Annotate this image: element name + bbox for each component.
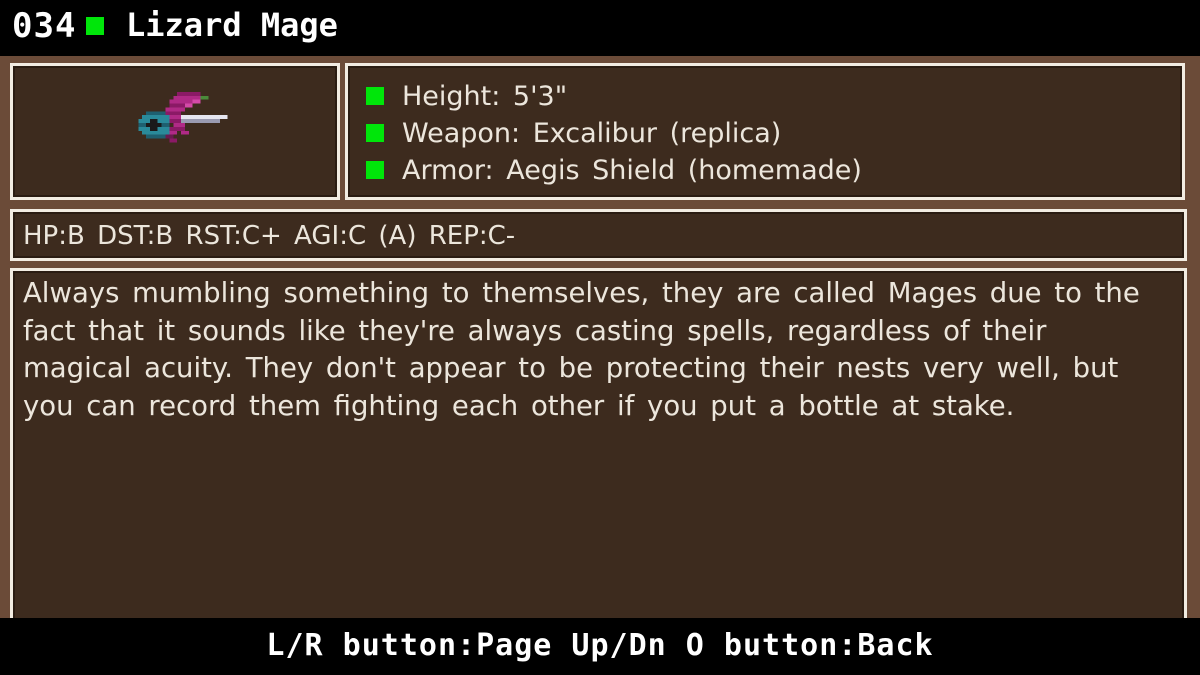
- controls-hint-bar: L/R button:Page Up/Dn O button:Back: [0, 618, 1200, 675]
- portrait-panel: [10, 63, 340, 200]
- description-text: Always mumbling something to themselves,…: [23, 277, 1140, 422]
- description-panel: Always mumbling something to themselves,…: [10, 268, 1187, 666]
- title-bar: 034 Lizard Mage: [0, 0, 1200, 56]
- bestiary-page: Height: 5'3" Weapon: Excalibur (replica)…: [0, 56, 1200, 666]
- weapon-text: Weapon: Excalibur (replica): [402, 117, 782, 149]
- armor-text: Armor: Aegis Shield (homemade): [402, 154, 862, 186]
- title-marker-icon: [86, 17, 104, 35]
- bullet-icon: [366, 161, 384, 179]
- stats-text: HP:B DST:B RST:C+ AGI:C (A) REP:C-: [23, 221, 516, 251]
- lizard-mage-sprite-icon: [138, 91, 228, 143]
- info-panel: Height: 5'3" Weapon: Excalibur (replica)…: [345, 63, 1185, 200]
- controls-hint: L/R button:Page Up/Dn O button:Back: [266, 628, 934, 663]
- info-row-armor: Armor: Aegis Shield (homemade): [366, 152, 862, 188]
- entry-number: 034: [12, 6, 77, 46]
- entry-name: Lizard Mage: [126, 6, 338, 44]
- stats-panel: HP:B DST:B RST:C+ AGI:C (A) REP:C-: [10, 209, 1187, 261]
- bullet-icon: [366, 87, 384, 105]
- info-row-height: Height: 5'3": [366, 78, 567, 114]
- height-text: Height: 5'3": [402, 80, 568, 112]
- bullet-icon: [366, 124, 384, 142]
- info-row-weapon: Weapon: Excalibur (replica): [366, 115, 781, 151]
